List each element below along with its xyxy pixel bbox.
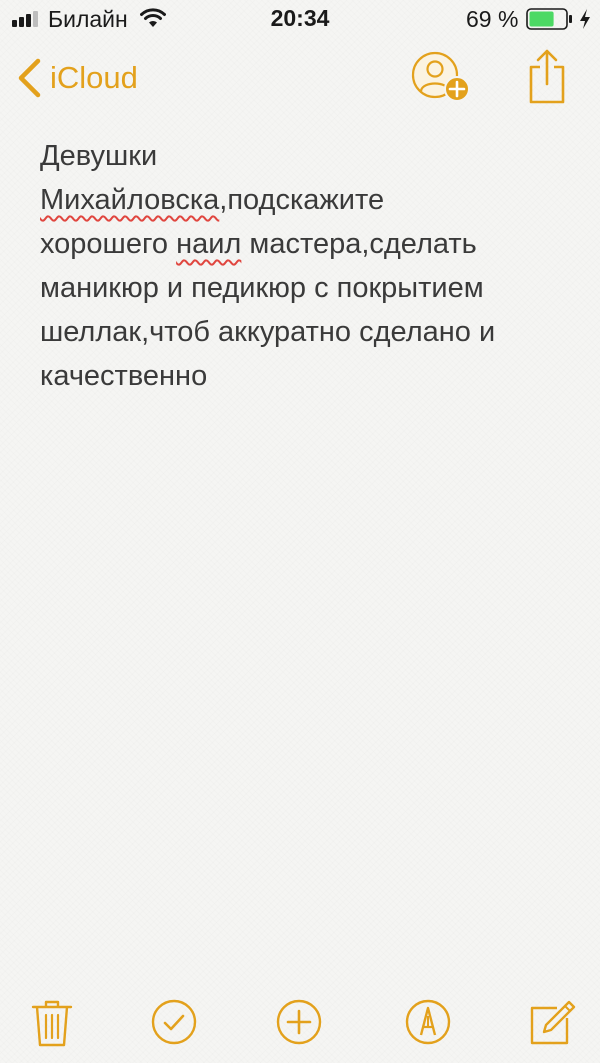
status-bar: Билайн 20:34 69 % xyxy=(0,0,600,38)
battery-icon xyxy=(526,8,572,30)
add-item-button[interactable] xyxy=(274,996,324,1048)
note-line: шеллак,чтоб аккуратно сделано и xyxy=(40,310,580,354)
plus-circle-icon xyxy=(276,999,322,1045)
bottom-toolbar xyxy=(0,990,600,1056)
note-text-segment: Девушки xyxy=(40,140,158,172)
markup-button[interactable] xyxy=(403,996,453,1048)
note-line: маникюр и педикюр с покрытием xyxy=(40,266,580,310)
note-line: качественно xyxy=(40,354,580,398)
checkmark-circle-icon xyxy=(151,999,197,1045)
compose-note-button[interactable] xyxy=(527,996,577,1048)
note-text-segment: ,подскажите xyxy=(219,184,385,216)
delete-note-button[interactable] xyxy=(27,996,77,1048)
share-button[interactable] xyxy=(525,48,569,104)
navigation-bar: iCloud xyxy=(0,40,600,116)
trash-icon xyxy=(31,1000,73,1047)
compose-icon xyxy=(530,1000,576,1045)
add-person-button[interactable] xyxy=(409,51,475,105)
charging-bolt-icon xyxy=(580,9,590,29)
note-line: Девушки xyxy=(40,134,580,178)
note-text-segment: качественно xyxy=(40,360,208,392)
share-icon xyxy=(529,49,565,104)
back-button-label: iCloud xyxy=(50,60,138,95)
note-text-segment: шеллак,чтоб аккуратно сделано и xyxy=(40,316,496,348)
add-person-icon xyxy=(411,51,470,102)
note-line: хорошего наил мастера,сделать xyxy=(40,222,580,266)
battery-percentage: 69 % xyxy=(466,6,519,32)
note-text-segment: хорошего xyxy=(40,228,177,260)
note-text-segment: маникюр и педикюр с покрытием xyxy=(40,272,484,304)
misspelled-word[interactable]: Михайловска xyxy=(40,184,219,216)
battery-fill xyxy=(529,11,554,27)
misspelled-word[interactable]: наил xyxy=(176,228,241,260)
back-button[interactable]: iCloud xyxy=(16,52,138,104)
chevron-left-icon xyxy=(18,58,41,98)
checklist-button[interactable] xyxy=(149,996,199,1048)
note-text-segment: мастера,сделать xyxy=(241,228,477,260)
pen-tip-icon xyxy=(405,999,451,1045)
note-text-editor[interactable]: Девушки Михайловска,подскажите хорошего на… xyxy=(40,134,580,398)
note-line: Михайловска,подскажите xyxy=(40,178,580,222)
